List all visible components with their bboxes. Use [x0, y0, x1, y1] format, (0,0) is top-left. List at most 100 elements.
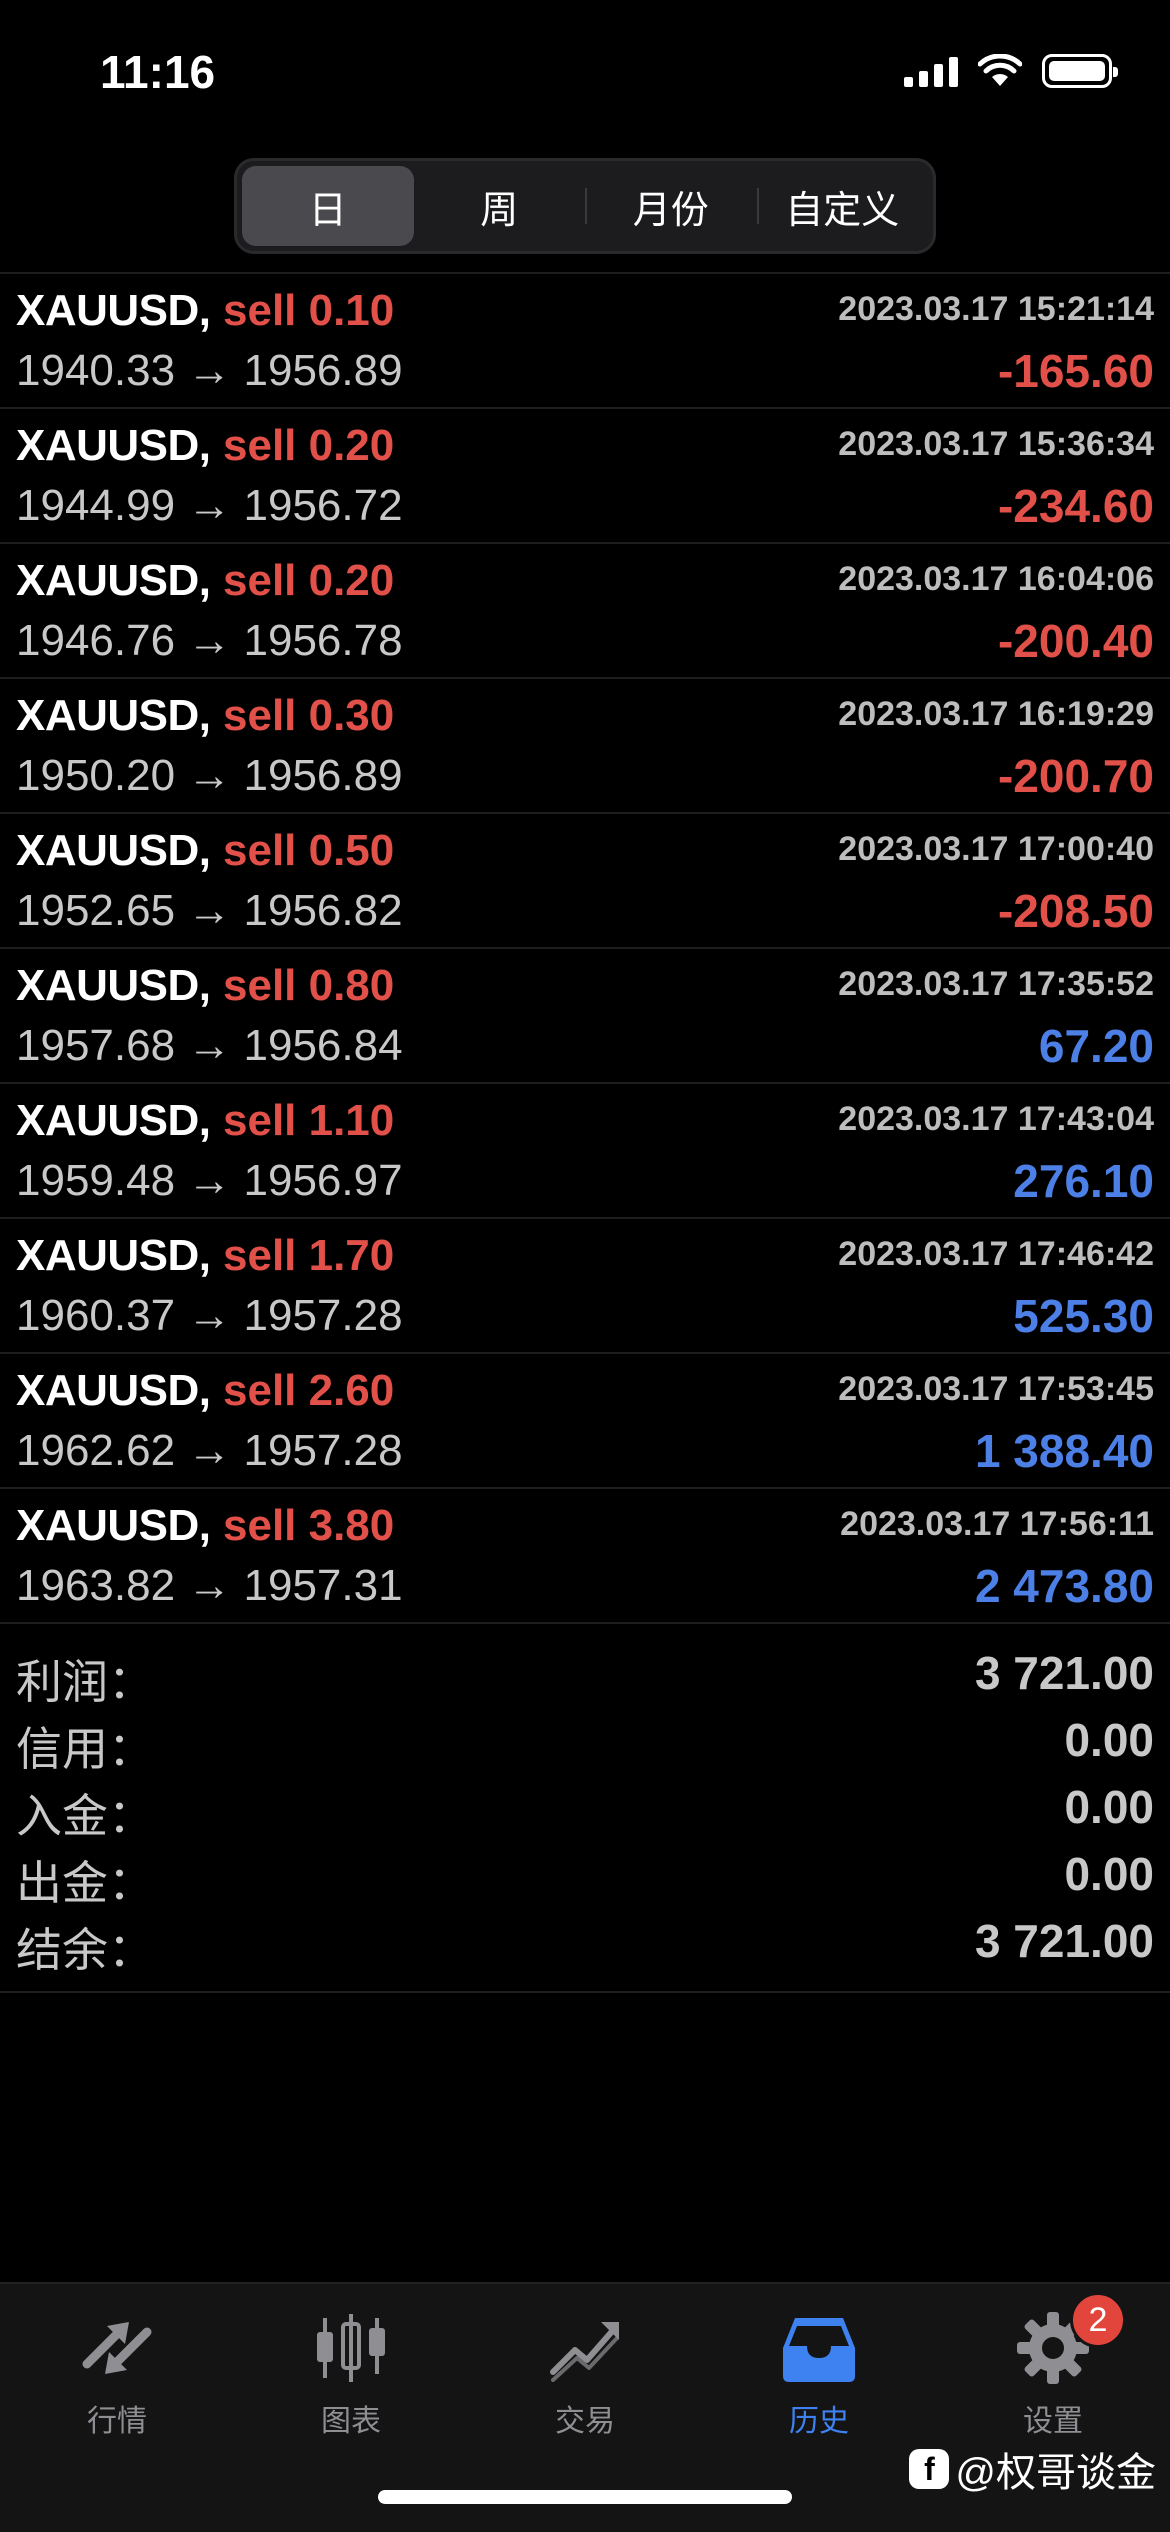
trade-symbol: XAUUSD, — [16, 286, 211, 335]
tab-settings[interactable]: 2 设置 — [936, 2284, 1170, 2454]
trade-prices: 1960.37 → 1957.28 — [16, 1291, 403, 1340]
summary-value: 0.00 — [1064, 1848, 1154, 1900]
trade-profit: 525.30 — [1013, 1290, 1154, 1342]
trade-trend-icon — [545, 2308, 625, 2388]
trade-prices: 1950.20 → 1956.89 — [16, 751, 403, 800]
trade-symbol: XAUUSD, — [16, 421, 211, 470]
notification-badge: 2 — [1070, 2292, 1126, 2348]
trade-prices: 1962.62 → 1957.28 — [16, 1426, 403, 1475]
cellular-signal-icon — [904, 55, 958, 87]
watermark-text: @权哥谈金 — [955, 2451, 1156, 2495]
trade-side: sell 1.70 — [223, 1231, 395, 1280]
trade-time: 2023.03.17 15:21:14 — [838, 290, 1154, 328]
trade-side: sell 0.30 — [223, 691, 395, 740]
trade-side: sell 0.50 — [223, 826, 395, 875]
trade-time: 2023.03.17 17:53:45 — [838, 1370, 1154, 1408]
watermark: f @权哥谈金 — [909, 2440, 1156, 2498]
trade-row[interactable]: XAUUSD, sell 0.80 2023.03.17 17:35:52 19… — [0, 947, 1170, 1082]
trade-side: sell 1.10 — [223, 1096, 395, 1145]
wifi-icon — [978, 54, 1022, 88]
summary-credit-row: 信用： 0.00 — [0, 1705, 1170, 1775]
summary-value: 0.00 — [1064, 1781, 1154, 1833]
candlestick-chart-icon — [311, 2308, 391, 2388]
segment-day[interactable]: 日 — [242, 166, 414, 246]
trade-profit: 276.10 — [1013, 1155, 1154, 1207]
trade-profit: 67.20 — [1038, 1020, 1154, 1072]
summary-balance-row: 结余： 3 721.00 — [0, 1906, 1170, 1976]
status-time: 11:16 — [100, 46, 216, 98]
trade-row[interactable]: XAUUSD, sell 1.10 2023.03.17 17:43:04 19… — [0, 1082, 1170, 1217]
trade-side: sell 0.20 — [223, 421, 395, 470]
tab-label: 交易 — [555, 2405, 615, 2438]
trade-symbol: XAUUSD, — [16, 961, 211, 1010]
trade-symbol: XAUUSD, — [16, 1501, 211, 1550]
trade-prices: 1959.48 → 1956.97 — [16, 1156, 403, 1205]
segment-month[interactable]: 月份 — [585, 166, 757, 246]
trade-side: sell 3.80 — [223, 1501, 395, 1550]
trade-time: 2023.03.17 17:35:52 — [838, 965, 1154, 1003]
trade-profit: -165.60 — [997, 345, 1154, 397]
trade-profit: -208.50 — [997, 885, 1154, 937]
summary-withdrawal-row: 出金： 0.00 — [0, 1839, 1170, 1909]
trade-prices: 1940.33 → 1956.89 — [16, 346, 403, 395]
period-segmented-control: 日 周 月份 自定义 — [234, 158, 936, 254]
trade-row[interactable]: XAUUSD, sell 3.80 2023.03.17 17:56:11 19… — [0, 1487, 1170, 1622]
trade-symbol: XAUUSD, — [16, 1096, 211, 1145]
trade-time: 2023.03.17 16:04:06 — [838, 560, 1154, 598]
tab-trade[interactable]: 交易 — [468, 2284, 702, 2454]
tab-label: 图表 — [321, 2405, 381, 2438]
trade-time: 2023.03.17 15:36:34 — [838, 425, 1154, 463]
segment-week[interactable]: 周 — [414, 166, 586, 246]
summary-value: 3 721.00 — [974, 1647, 1154, 1699]
trade-prices: 1963.82 → 1957.31 — [16, 1561, 403, 1610]
trade-profit: -200.70 — [997, 750, 1154, 802]
tab-label: 设置 — [1023, 2405, 1083, 2438]
trade-history-list: XAUUSD, sell 0.10 2023.03.17 15:21:14 19… — [0, 272, 1170, 1622]
summary-profit-row: 利润： 3 721.00 — [0, 1638, 1170, 1708]
trade-prices: 1944.99 → 1956.72 — [16, 481, 403, 530]
trade-prices: 1952.65 → 1956.82 — [16, 886, 403, 935]
trade-side: sell 0.80 — [223, 961, 395, 1010]
home-indicator[interactable] — [378, 2490, 792, 2504]
quotes-arrows-icon — [77, 2308, 157, 2388]
tab-label: 行情 — [87, 2405, 147, 2438]
trade-row[interactable]: XAUUSD, sell 0.20 2023.03.17 15:36:34 19… — [0, 407, 1170, 542]
trade-time: 2023.03.17 17:46:42 — [838, 1235, 1154, 1273]
trade-row[interactable]: XAUUSD, sell 2.60 2023.03.17 17:53:45 19… — [0, 1352, 1170, 1487]
trade-profit: -200.40 — [997, 615, 1154, 667]
trade-time: 2023.03.17 17:43:04 — [838, 1100, 1154, 1138]
summary-label: 结余： — [16, 1924, 154, 1976]
trade-profit: 1 388.40 — [974, 1425, 1154, 1477]
battery-icon — [1042, 54, 1118, 88]
trade-row[interactable]: XAUUSD, sell 0.20 2023.03.17 16:04:06 19… — [0, 542, 1170, 677]
trade-profit: 2 473.80 — [974, 1560, 1154, 1612]
history-inbox-icon — [779, 2308, 859, 2388]
tab-label: 历史 — [789, 2405, 849, 2438]
trade-time: 2023.03.17 16:19:29 — [838, 695, 1154, 733]
trade-prices: 1957.68 → 1956.84 — [16, 1021, 403, 1070]
summary-label: 信用： — [16, 1723, 154, 1775]
segment-custom[interactable]: 自定义 — [756, 166, 929, 246]
tab-chart[interactable]: 图表 — [234, 2284, 468, 2454]
trade-time: 2023.03.17 17:56:11 — [840, 1505, 1154, 1543]
trade-prices: 1946.76 → 1956.78 — [16, 616, 403, 665]
trade-side: sell 2.60 — [223, 1366, 395, 1415]
trade-side: sell 0.20 — [223, 556, 395, 605]
trade-profit: -234.60 — [997, 480, 1154, 532]
trade-row[interactable]: XAUUSD, sell 1.70 2023.03.17 17:46:42 19… — [0, 1217, 1170, 1352]
trade-row[interactable]: XAUUSD, sell 0.10 2023.03.17 15:21:14 19… — [0, 272, 1170, 407]
trade-row[interactable]: XAUUSD, sell 0.30 2023.03.17 16:19:29 19… — [0, 677, 1170, 812]
brand-logo-icon: f — [909, 2449, 950, 2489]
trade-row[interactable]: XAUUSD, sell 0.50 2023.03.17 17:00:40 19… — [0, 812, 1170, 947]
trade-symbol: XAUUSD, — [16, 691, 211, 740]
status-icons — [904, 54, 1118, 88]
tab-history[interactable]: 历史 — [702, 2284, 936, 2454]
trade-symbol: XAUUSD, — [16, 1366, 211, 1415]
tab-quotes[interactable]: 行情 — [0, 2284, 234, 2454]
account-summary: 利润： 3 721.00 信用： 0.00 入金： 0.00 出金： 0.00 … — [0, 1622, 1170, 1993]
trade-time: 2023.03.17 17:00:40 — [838, 830, 1154, 868]
summary-label: 入金： — [16, 1790, 154, 1842]
trade-symbol: XAUUSD, — [16, 826, 211, 875]
trade-side: sell 0.10 — [223, 286, 395, 335]
status-bar: 11:16 — [0, 0, 1170, 150]
